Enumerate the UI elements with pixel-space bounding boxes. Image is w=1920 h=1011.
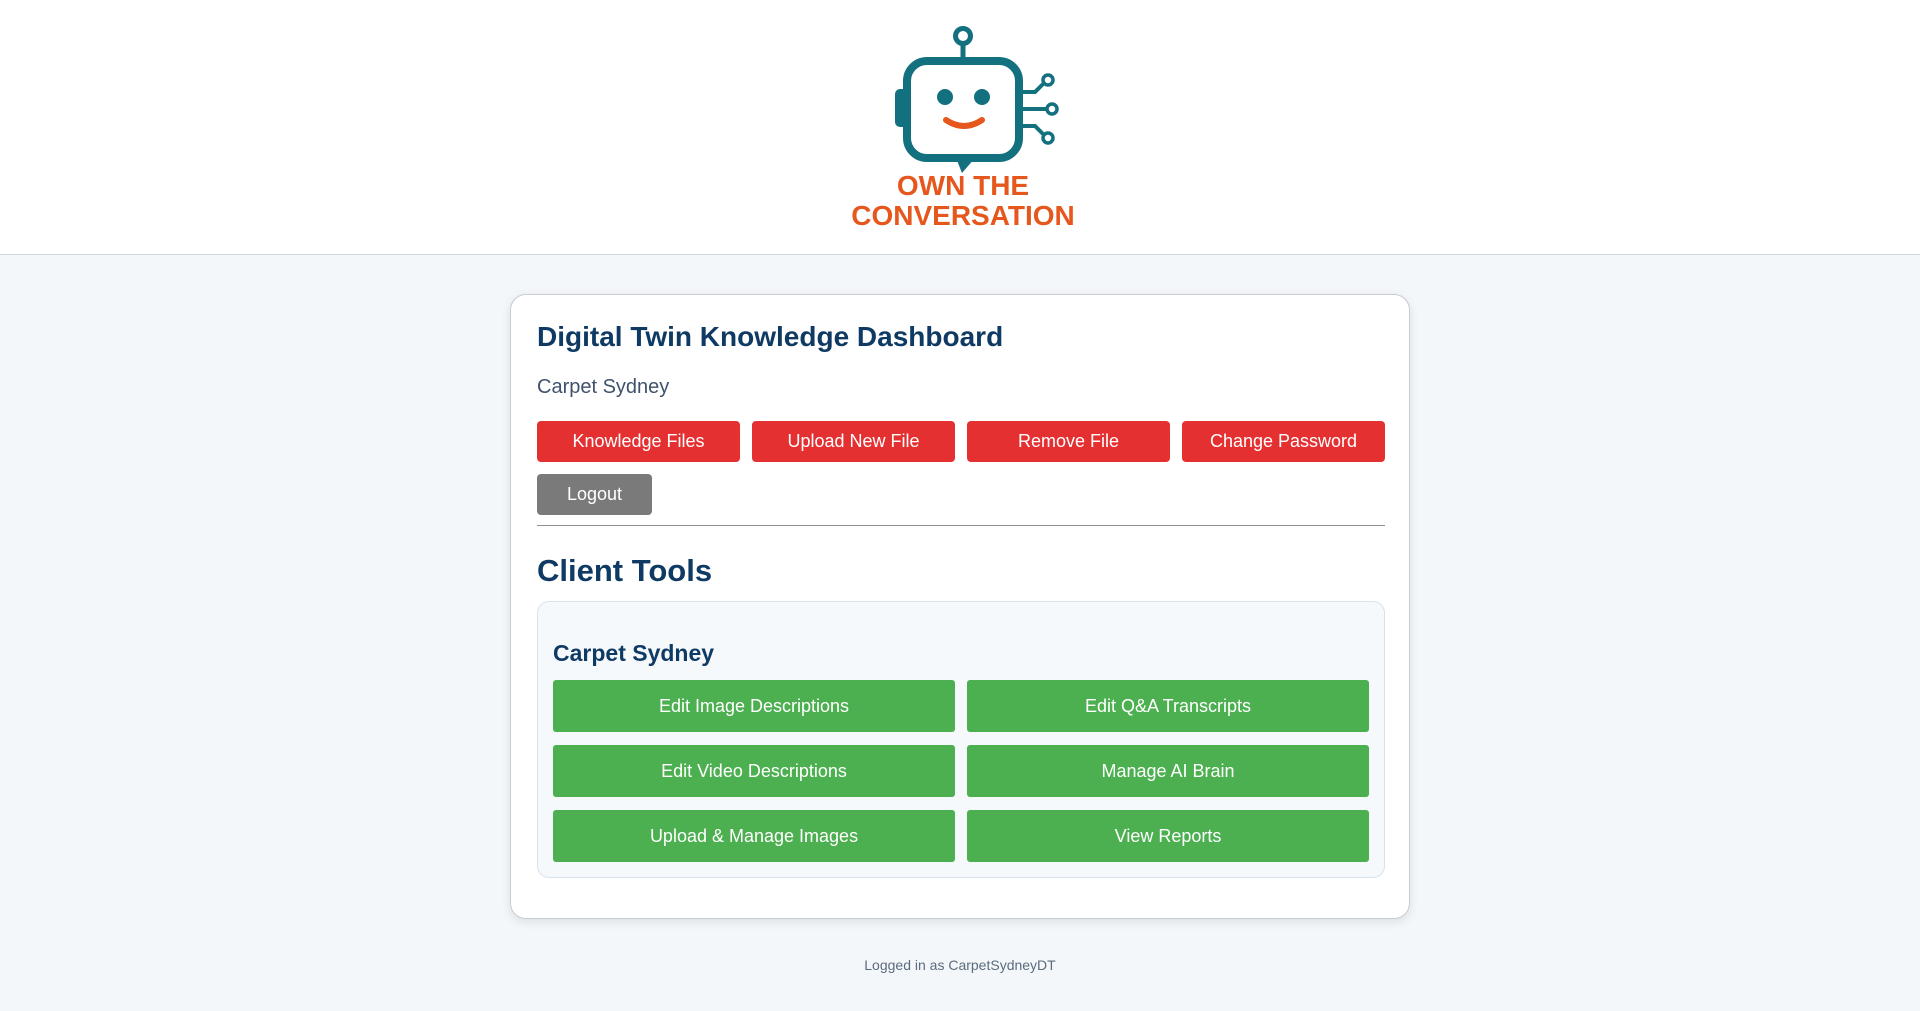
edit-image-descriptions-button[interactable]: Edit Image Descriptions (553, 680, 955, 732)
knowledge-files-button[interactable]: Knowledge Files (537, 421, 740, 462)
upload-new-file-button[interactable]: Upload New File (752, 421, 955, 462)
robot-logo-icon: OWN THE CONVERSATION (851, 26, 1075, 231)
site-header: OWN THE CONVERSATION (0, 0, 1920, 255)
page-title: Digital Twin Knowledge Dashboard (537, 321, 1004, 352)
view-reports-button[interactable]: View Reports (967, 810, 1369, 862)
logout-button[interactable]: Logout (537, 474, 652, 515)
change-password-button[interactable]: Change Password (1182, 421, 1385, 462)
dashboard-card: Digital Twin Knowledge Dashboard Carpet … (510, 294, 1410, 919)
edit-qa-transcripts-button[interactable]: Edit Q&A Transcripts (967, 680, 1369, 732)
brand-logo[interactable]: OWN THE CONVERSATION (845, 22, 1080, 232)
client-tools-title: Client Tools (537, 553, 713, 588)
brand-line1: OWN THE (897, 170, 1029, 201)
section-divider (537, 525, 1385, 526)
brand-line2: CONVERSATION (851, 200, 1075, 231)
logged-in-footer: Logged in as CarpetSydneyDT (864, 957, 1056, 973)
client-name: Carpet Sydney (537, 376, 670, 398)
client-tools-panel: Carpet Sydney Edit Image Descriptions Ed… (537, 601, 1385, 878)
edit-video-descriptions-button[interactable]: Edit Video Descriptions (553, 745, 955, 797)
upload-manage-images-button[interactable]: Upload & Manage Images (553, 810, 955, 862)
remove-file-button[interactable]: Remove File (967, 421, 1170, 462)
client-tools-client-name: Carpet Sydney (553, 640, 715, 666)
manage-ai-brain-button[interactable]: Manage AI Brain (967, 745, 1369, 797)
